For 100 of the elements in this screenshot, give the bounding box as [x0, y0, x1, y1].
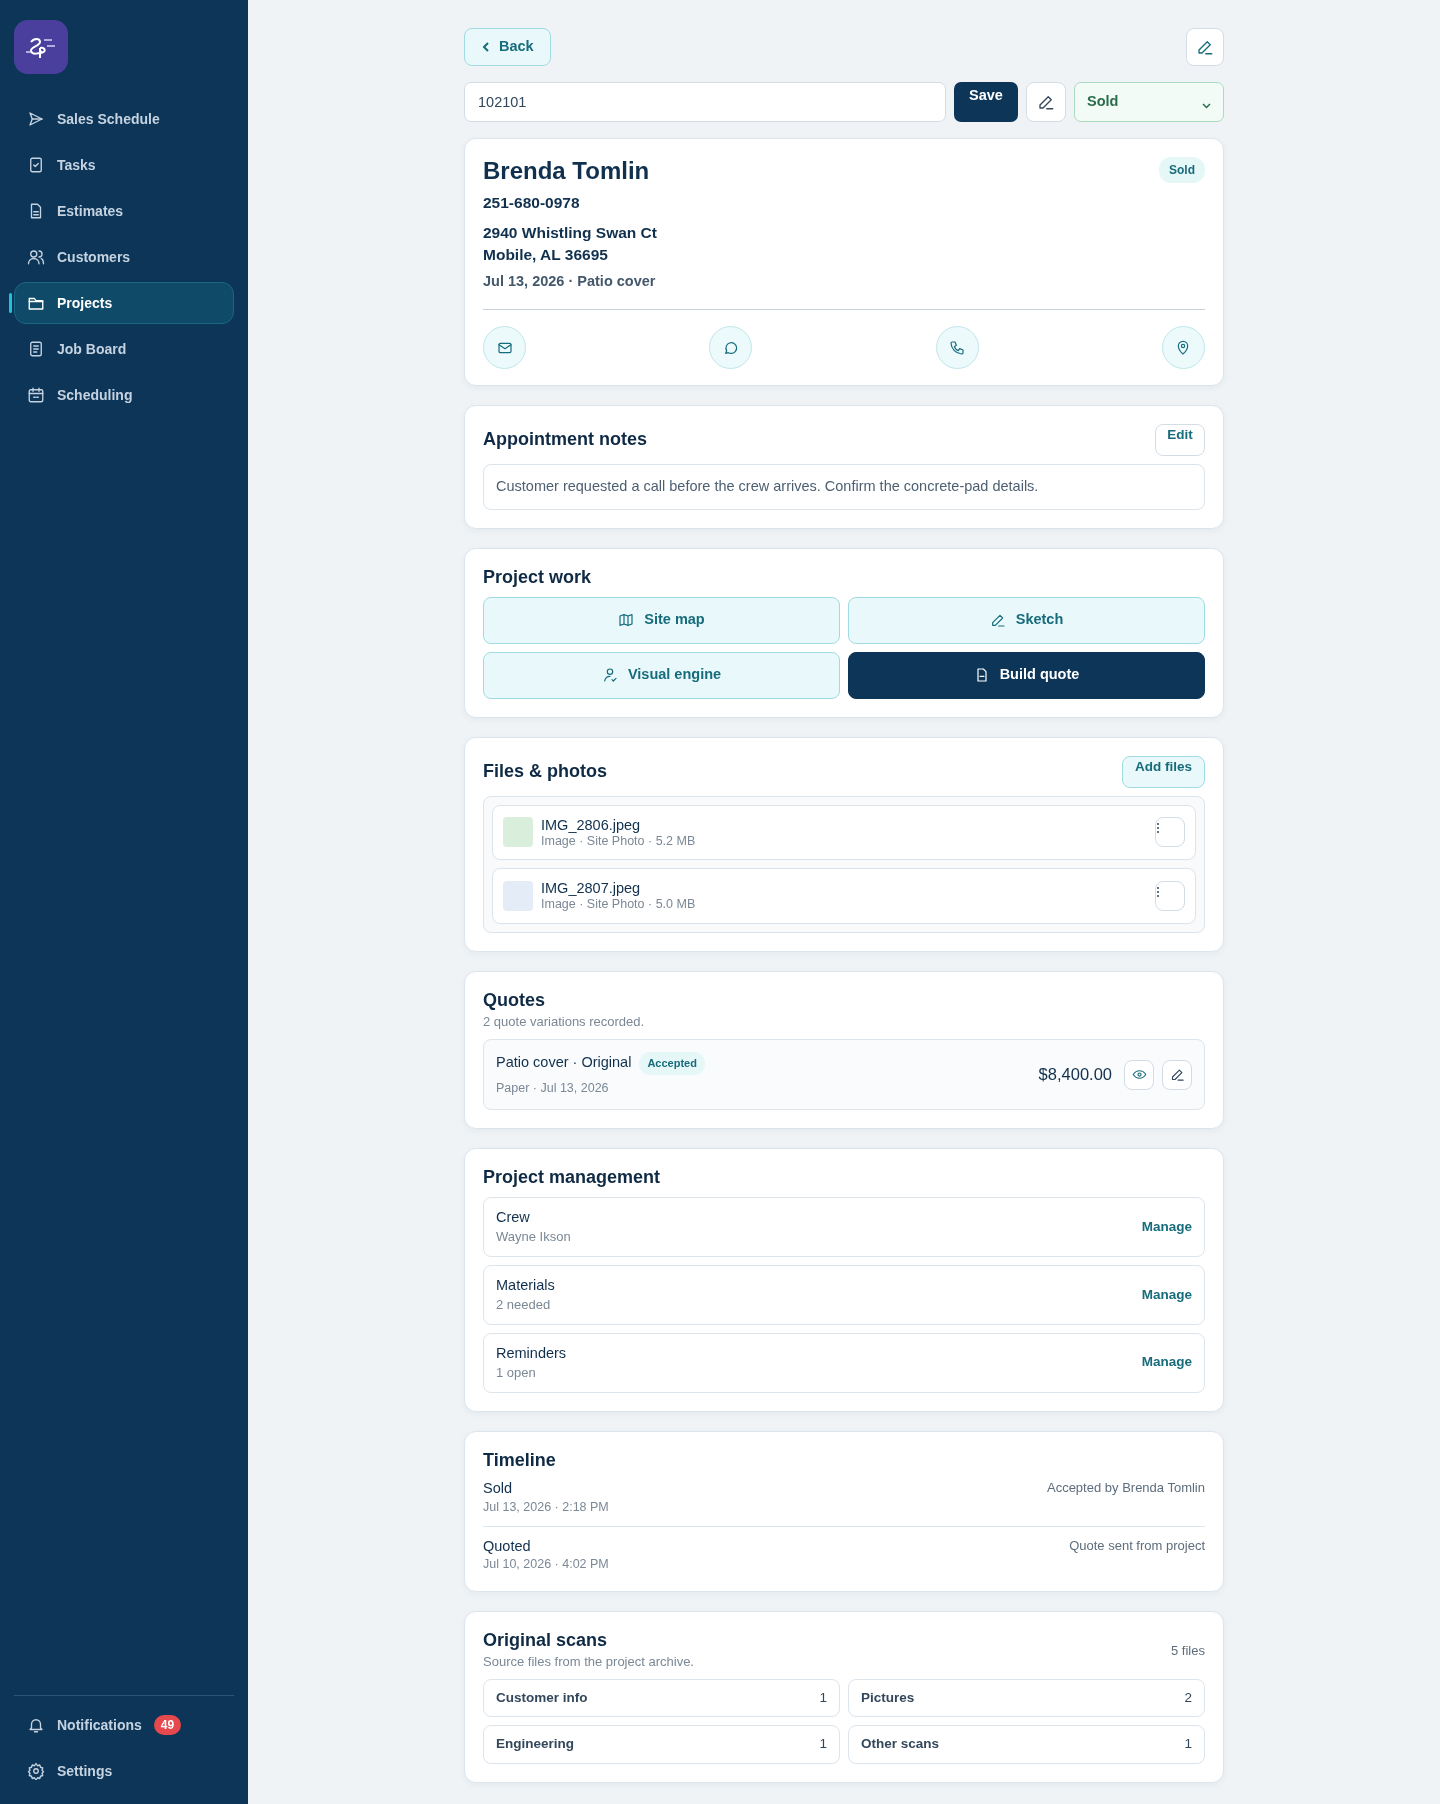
count-badge: 49	[153, 1715, 182, 1735]
action-button[interactable]: Visual engine	[483, 651, 840, 699]
timeline-note: Quote sent from project	[1069, 1536, 1205, 1555]
logo	[14, 20, 68, 74]
clipboard-icon	[27, 340, 45, 358]
section-title: Timeline	[483, 1449, 557, 1472]
row-title: Crew	[496, 1207, 531, 1227]
address-line: Mobile, AL 36695	[483, 244, 609, 265]
category-count: 1	[819, 1689, 827, 1708]
map-icon	[618, 612, 635, 628]
section-subtitle: 2 quote variations recorded.	[483, 1012, 646, 1031]
timeline-status: Sold	[483, 1479, 514, 1499]
chevron-left-icon	[481, 42, 491, 52]
user-check-icon	[601, 667, 618, 683]
sidebar-item[interactable]: Job Board	[14, 328, 234, 370]
pencil-icon	[1037, 93, 1055, 111]
notes-text: Customer requested a call before the crew arrives. Confirm the concrete-pad details.	[483, 464, 1205, 510]
customer-name: Brenda Tomlin	[483, 157, 651, 186]
row-title: Reminders	[496, 1343, 567, 1363]
section-title: Quotes	[483, 990, 546, 1012]
row-detail: 2 needed	[496, 1295, 552, 1314]
checklist-icon	[27, 156, 45, 174]
manage-link[interactable]: Manage	[1141, 1352, 1192, 1373]
sidebar-item[interactable]: Sales Schedule	[14, 98, 234, 140]
edit-button[interactable]: Edit	[1155, 424, 1205, 457]
section-title: Files & photos	[483, 760, 607, 783]
address-line: 2940 Whistling Swan Ct	[483, 223, 657, 244]
status-badge: Accepted	[639, 1052, 705, 1075]
quote-meta: Paper · Jul 13, 2026	[496, 1079, 610, 1097]
action-button[interactable]: Site map	[483, 596, 840, 644]
category-label: Customer info	[496, 1689, 588, 1708]
chat-bubble-icon	[722, 339, 739, 356]
directions-button[interactable]	[1162, 326, 1205, 370]
file-meta: Image · Site Photo · 5.2 MB	[541, 833, 697, 850]
timeline-date: Jul 13, 2026 · 2:18 PM	[483, 1498, 609, 1516]
category-count: 2	[1184, 1689, 1192, 1708]
project-number-field[interactable]: 102101	[464, 82, 946, 122]
sidebar-item[interactable]: Scheduling	[14, 374, 234, 416]
section-title: Original scans	[483, 1630, 609, 1652]
phone-number: 251-680-0978	[483, 192, 581, 213]
action-button[interactable]: Build quote	[848, 651, 1205, 699]
phone-icon	[949, 339, 966, 356]
sidebar-item[interactable]: Settings	[14, 1750, 234, 1792]
back-button[interactable]: Back	[464, 28, 551, 66]
more-icon	[1156, 822, 1160, 835]
action-button[interactable]: Sketch	[848, 596, 1205, 644]
manage-link[interactable]: Manage	[1141, 1216, 1192, 1237]
manage-link[interactable]: Manage	[1141, 1284, 1192, 1305]
section-subtitle: Source files from the project archive.	[483, 1652, 694, 1671]
save-button[interactable]: Save	[954, 82, 1018, 122]
category-label: Engineering	[496, 1735, 574, 1754]
scan-category[interactable]: Engineering 1	[483, 1725, 840, 1764]
email-button[interactable]	[483, 326, 526, 370]
sidebar-item[interactable]: Customers	[14, 236, 234, 278]
users-icon	[27, 248, 45, 266]
appointment-meta: Jul 13, 2026 · Patio cover	[483, 272, 657, 292]
quote-name: Patio cover · Original	[496, 1053, 632, 1073]
status-dropdown[interactable]: Sold	[1074, 82, 1224, 122]
file-meta: Image · Site Photo · 5.0 MB	[541, 897, 697, 913]
pencil-icon	[1196, 38, 1214, 56]
send-icon	[27, 110, 45, 128]
quote-amount: $8,400.00	[1038, 1064, 1112, 1086]
calendar-icon	[27, 386, 45, 404]
file-count: 5 files	[1171, 1641, 1205, 1660]
pencil-icon	[1169, 1067, 1185, 1083]
edit-button[interactable]	[1162, 1059, 1192, 1090]
file-row[interactable]: IMG_2807.jpeg Image · Site Photo · 5.0 MB	[492, 868, 1196, 924]
category-label: Other scans	[861, 1735, 940, 1754]
timeline-status: Quoted	[483, 1536, 532, 1556]
chevron-down-icon	[1202, 103, 1211, 109]
sidebar-item[interactable]: Estimates	[14, 190, 234, 232]
add-files-button[interactable]: Add files	[1122, 755, 1205, 788]
sidebar-item[interactable]: Notifications 49	[14, 1704, 234, 1746]
pencil-icon	[989, 612, 1006, 628]
timeline-note: Accepted by Brenda Tomlin	[1046, 1479, 1205, 1498]
file-row[interactable]: IMG_2806.jpeg Image · Site Photo · 5.2 MB	[492, 804, 1196, 861]
timeline-date: Jul 10, 2026 · 4:02 PM	[483, 1556, 609, 1573]
scan-category[interactable]: Other scans 1	[848, 1725, 1205, 1764]
file-name: IMG_2806.jpeg	[541, 815, 642, 834]
scan-category[interactable]: Customer info 1	[483, 1679, 840, 1718]
edit-button[interactable]	[1026, 82, 1066, 122]
section-title: Project management	[483, 1167, 662, 1189]
status-badge: Sold	[1159, 157, 1205, 183]
category-count: 1	[1184, 1735, 1192, 1754]
settings-icon	[27, 1762, 45, 1780]
row-detail: 1 open	[496, 1363, 537, 1382]
section-title: Project work	[483, 566, 593, 589]
bell-icon	[27, 1716, 45, 1734]
row-detail: Wayne Ikson	[496, 1227, 571, 1246]
category-label: Pictures	[861, 1689, 915, 1708]
section-title: Appointment notes	[483, 429, 647, 451]
row-title: Materials	[496, 1275, 555, 1295]
quote-row[interactable]: Patio cover · Original Accepted Paper · Jul 13, 2026 $8,400.00	[483, 1039, 1205, 1111]
view-button[interactable]	[1124, 1059, 1154, 1090]
scan-category[interactable]: Pictures 2	[848, 1679, 1205, 1718]
category-count: 1	[819, 1735, 827, 1754]
more-icon	[1156, 886, 1160, 899]
edit-button[interactable]	[1186, 28, 1224, 66]
sidebar-item[interactable]: Tasks	[14, 144, 234, 186]
file-name: IMG_2807.jpeg	[541, 879, 642, 898]
